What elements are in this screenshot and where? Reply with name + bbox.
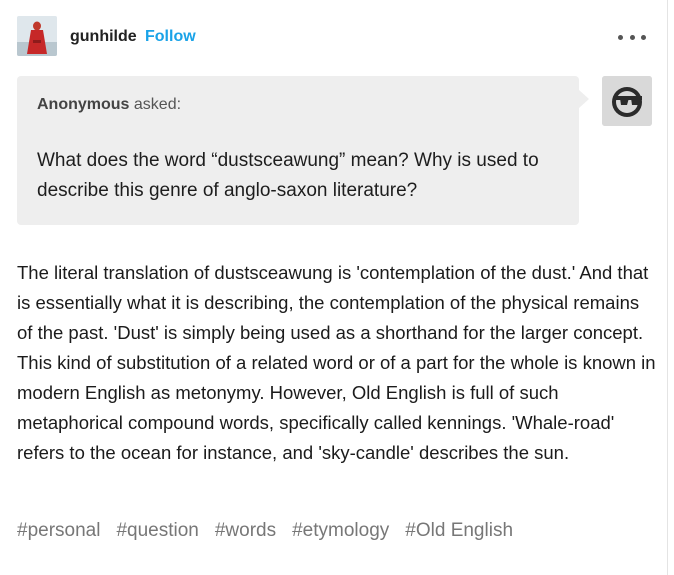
- question-text: What does the word “dustsceawung” mean? …: [37, 150, 539, 201]
- answer-text: The literal translation of dustsceawung …: [17, 262, 656, 463]
- follow-button[interactable]: Follow: [145, 28, 196, 46]
- asker-line: Anonymous asked:: [37, 96, 181, 114]
- tag-link[interactable]: #Old English: [405, 520, 513, 542]
- anonymous-sunglasses-icon: [602, 76, 652, 126]
- tag-link[interactable]: #question: [116, 520, 198, 542]
- asked-label: asked:: [133, 96, 182, 113]
- tag-link[interactable]: #words: [215, 520, 276, 542]
- user-avatar[interactable]: [17, 16, 57, 56]
- asker-avatar: [602, 76, 652, 126]
- tag-list: #personal #question #words #etymology #O…: [17, 520, 513, 542]
- post-card: gunhilde Follow Anonymous asked: What do…: [0, 0, 668, 575]
- more-options-icon[interactable]: [618, 28, 646, 46]
- asker-name: Anonymous: [37, 96, 130, 113]
- avatar-image: [17, 16, 57, 56]
- tag-link[interactable]: #personal: [17, 520, 100, 542]
- ask-bubble: Anonymous asked: What does the word “dus…: [17, 76, 589, 225]
- username-link[interactable]: gunhilde: [70, 28, 137, 46]
- tag-link[interactable]: #etymology: [292, 520, 389, 542]
